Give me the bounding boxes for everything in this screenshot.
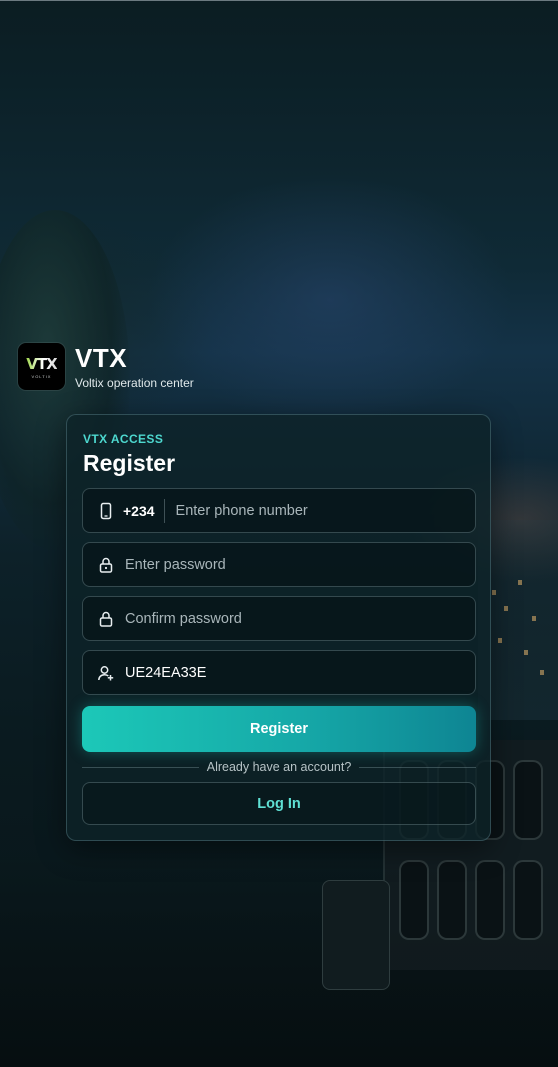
lock-icon	[97, 610, 115, 628]
user-add-icon	[97, 664, 115, 682]
logo-mark: VTX	[26, 354, 57, 373]
password-field[interactable]	[82, 542, 476, 587]
phone-field[interactable]: +234	[82, 488, 476, 533]
phone-icon	[97, 502, 115, 520]
vtx-logo: VTX VOLTIX	[18, 343, 65, 390]
login-button[interactable]: Log In	[82, 782, 476, 825]
country-code-divider	[163, 498, 165, 523]
invite-code-field[interactable]	[82, 650, 476, 695]
card-eyebrow: VTX ACCESS	[83, 432, 164, 446]
lock-icon	[97, 556, 115, 574]
country-code[interactable]: +234	[123, 503, 155, 519]
account-divider: Already have an account?	[82, 758, 477, 776]
confirm-password-input[interactable]	[125, 597, 475, 640]
brand-tagline: Voltix operation center	[75, 375, 194, 390]
top-border	[0, 0, 558, 1]
background-stand	[322, 880, 390, 990]
brand-text: VTX Voltix operation center	[75, 344, 194, 390]
divider-line-right	[359, 766, 477, 768]
logo-subtext: VOLTIX	[31, 373, 52, 379]
register-card: VTX ACCESS Register +234 Register Alread…	[66, 414, 491, 841]
confirm-password-field[interactable]	[82, 596, 476, 641]
brand-header: VTX VOLTIX VTX Voltix operation center	[18, 343, 194, 390]
invite-code-input[interactable]	[125, 651, 475, 694]
password-input[interactable]	[125, 543, 475, 586]
account-prompt: Already have an account?	[206, 760, 352, 774]
phone-input[interactable]	[175, 489, 475, 532]
register-button[interactable]: Register	[82, 706, 476, 752]
brand-name: VTX	[75, 342, 128, 373]
divider-line-left	[82, 766, 199, 768]
card-title: Register	[83, 450, 176, 476]
